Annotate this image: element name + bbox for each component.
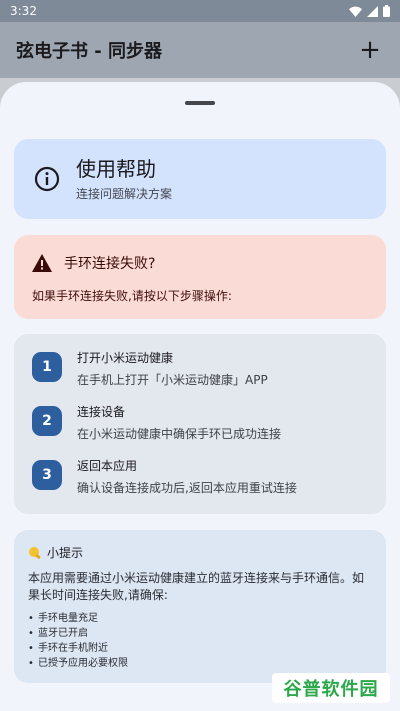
help-text: 使用帮助 连接问题解决方案 bbox=[76, 156, 172, 202]
add-button[interactable]: + bbox=[356, 37, 384, 63]
signal-icon bbox=[367, 5, 378, 17]
step-item: 3 返回本应用 确认设备连接成功后,返回本应用重试连接 bbox=[32, 458, 368, 512]
status-icons bbox=[349, 5, 390, 17]
app-title: 弦电子书 - 同步器 bbox=[16, 41, 163, 62]
tip-card: 小提示 本应用需要通过小米运动健康建立的蓝牙连接来与手环通信。如果长时间连接失败… bbox=[14, 530, 386, 683]
step-item: 1 打开小米运动健康 在手机上打开「小米运动健康」APP bbox=[32, 350, 368, 404]
help-subtitle: 连接问题解决方案 bbox=[76, 187, 173, 201]
step-item: 2 连接设备 在小米运动健康中确保手环已成功连接 bbox=[32, 404, 368, 458]
step-text: 返回本应用 确认设备连接成功后,返回本应用重试连接 bbox=[77, 458, 297, 496]
step-description: 确认设备连接成功后,返回本应用重试连接 bbox=[77, 481, 297, 495]
list-item: • 蓝牙已开启 bbox=[28, 628, 88, 639]
tip-body: 本应用需要通过小米运动健康建立的蓝牙连接来与手环通信。如果长时间连接失败,请确保… bbox=[28, 571, 365, 602]
error-card: 手环连接失败? 如果手环连接失败,请按以下步骤操作: bbox=[14, 235, 386, 319]
error-title: 手环连接失败? bbox=[64, 256, 156, 272]
help-bottom-sheet: 使用帮助 连接问题解决方案 手环连接失败? 如果手环连接失败,请按以下步骤操作:… bbox=[0, 82, 400, 711]
status-bar: 3:32 bbox=[0, 0, 400, 22]
app-bar: 弦电子书 - 同步器 + bbox=[0, 22, 400, 78]
step-number-badge: 3 bbox=[32, 460, 62, 490]
error-description: 如果手环连接失败,请按以下步骤操作: bbox=[32, 289, 232, 303]
lightbulb-icon bbox=[29, 546, 41, 559]
warning-icon bbox=[32, 254, 52, 272]
tip-header: 小提示 bbox=[28, 544, 372, 561]
site-watermark: 谷普软件园 bbox=[272, 673, 390, 703]
step-text: 打开小米运动健康 在手机上打开「小米运动健康」APP bbox=[77, 350, 268, 388]
status-time: 3:32 bbox=[10, 4, 37, 18]
list-item: • 手环在手机附近 bbox=[28, 643, 108, 654]
list-item: • 已授予应用必要权限 bbox=[28, 658, 128, 669]
battery-icon bbox=[383, 5, 390, 17]
tip-item-text: 手环电量充足 bbox=[38, 613, 98, 624]
tip-item-text: 手环在手机附近 bbox=[38, 643, 108, 654]
wifi-icon bbox=[349, 6, 362, 17]
step-description: 在手机上打开「小米运动健康」APP bbox=[77, 373, 268, 387]
step-number-badge: 1 bbox=[32, 352, 62, 382]
step-text: 连接设备 在小米运动健康中确保手环已成功连接 bbox=[77, 404, 281, 442]
tip-list: • 手环电量充足 • 蓝牙已开启 • 手环在手机附近 • 已授予应用必要权限 bbox=[28, 611, 372, 671]
step-description: 在小米运动健康中确保手环已成功连接 bbox=[77, 427, 282, 441]
list-item: • 手环电量充足 bbox=[28, 613, 98, 624]
tip-item-text: 蓝牙已开启 bbox=[38, 628, 88, 639]
error-header: 手环连接失败? bbox=[32, 253, 368, 273]
step-title: 连接设备 bbox=[77, 405, 126, 419]
tip-title: 小提示 bbox=[47, 546, 84, 560]
drag-handle[interactable] bbox=[185, 101, 215, 105]
steps-card: 1 打开小米运动健康 在手机上打开「小米运动健康」APP 2 连接设备 在小米运… bbox=[14, 334, 386, 514]
step-title: 返回本应用 bbox=[77, 459, 138, 473]
tip-item-text: 已授予应用必要权限 bbox=[38, 658, 128, 669]
info-icon bbox=[34, 166, 60, 192]
step-title: 打开小米运动健康 bbox=[77, 351, 174, 365]
help-header-card: 使用帮助 连接问题解决方案 bbox=[14, 139, 386, 219]
step-number-badge: 2 bbox=[32, 406, 62, 436]
help-title: 使用帮助 bbox=[76, 157, 156, 181]
